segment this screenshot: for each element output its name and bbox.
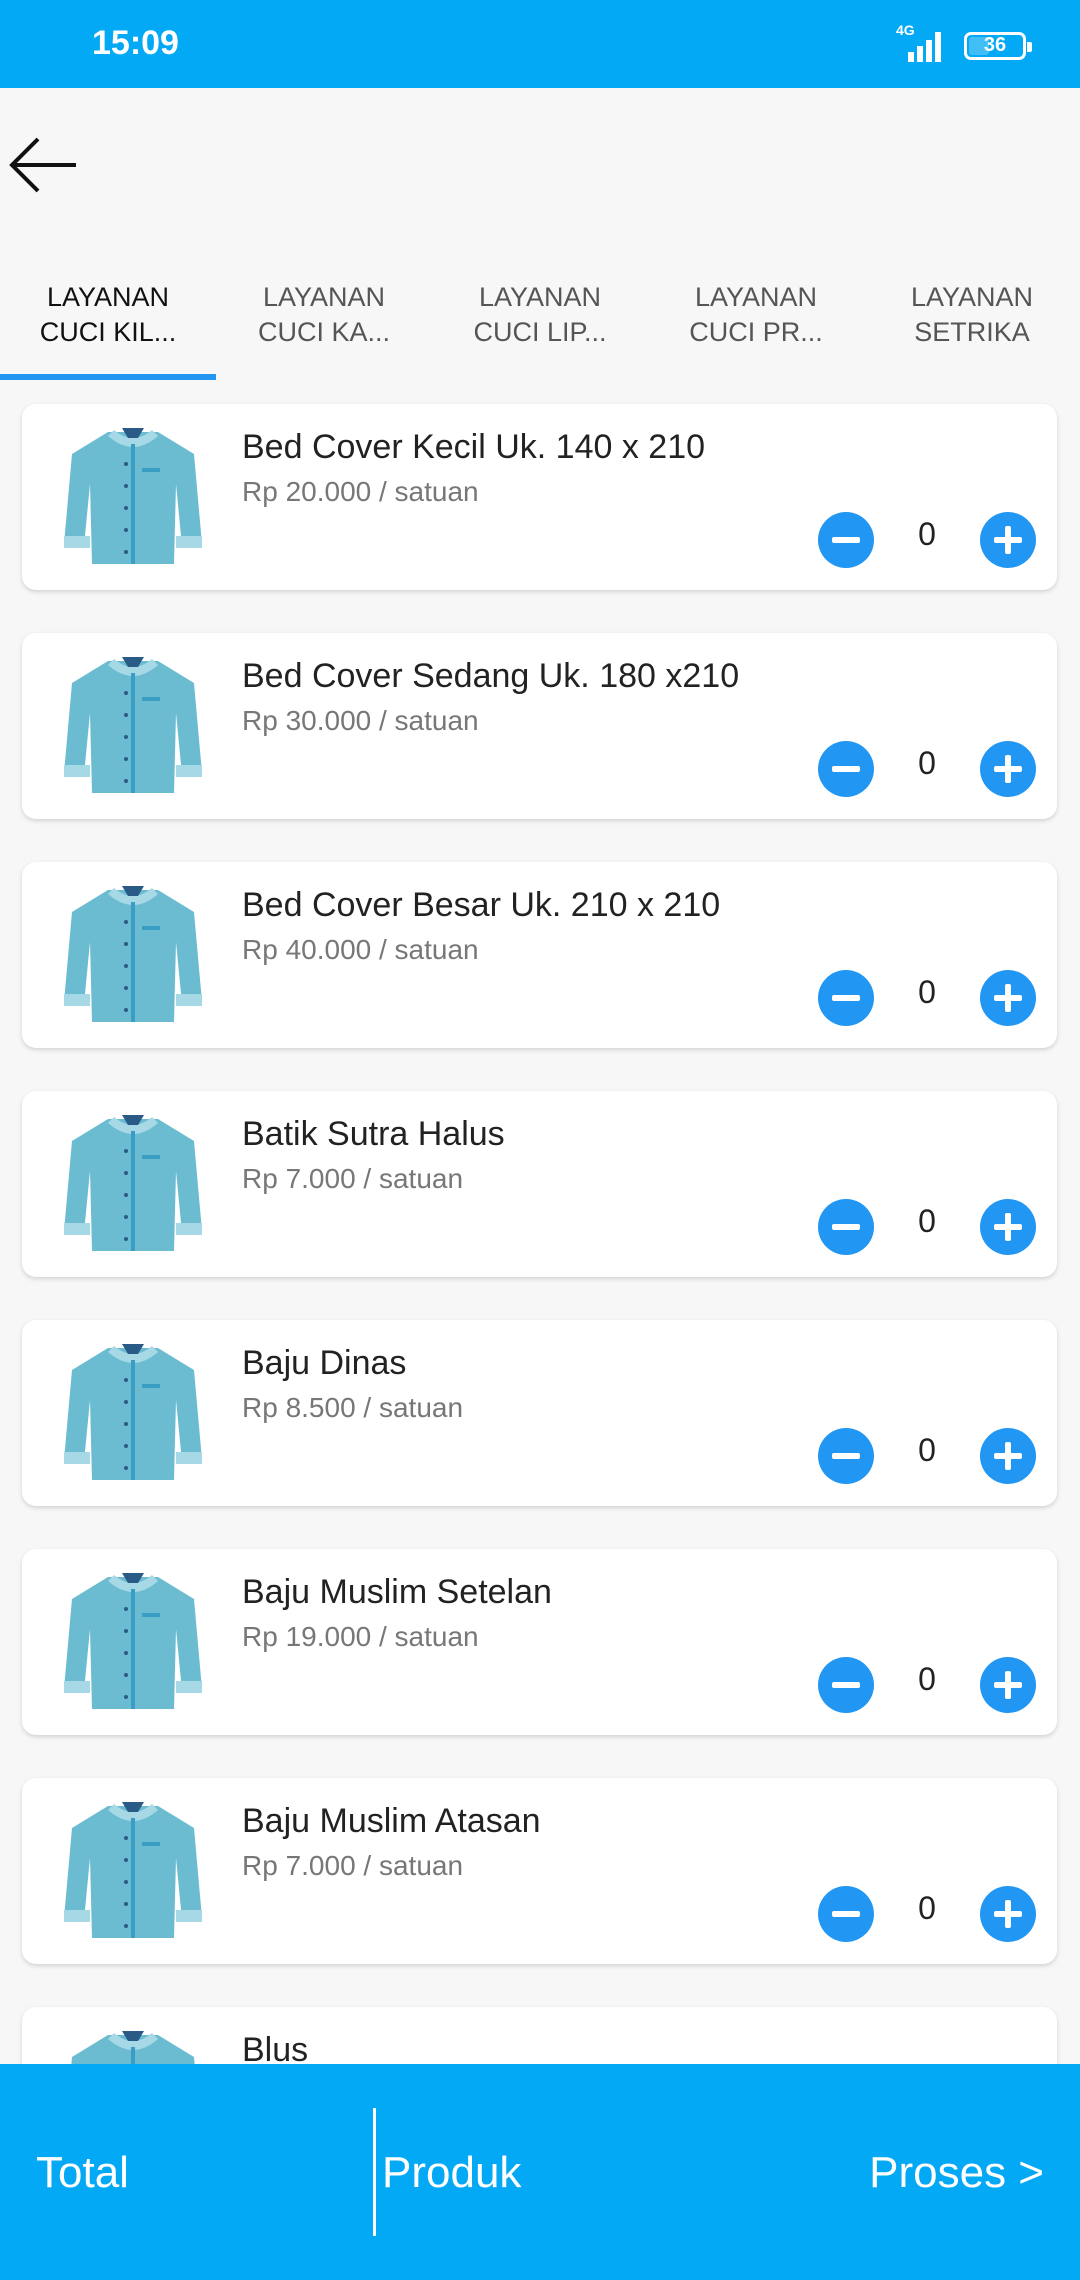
minus-icon <box>832 537 860 543</box>
product-price: Rp 20.000 / satuan <box>242 476 479 507</box>
product-name: Batik Sutra Halus <box>242 1115 505 1153</box>
increase-quantity-button[interactable] <box>980 1428 1036 1484</box>
tab-label: SETRIKA <box>914 317 1030 347</box>
shirt-icon <box>58 424 208 570</box>
tab-label: LAYANAN <box>46 282 170 312</box>
decrease-quantity-button[interactable] <box>818 1199 874 1255</box>
tab-label: LAYANAN <box>910 282 1034 312</box>
decrease-quantity-button[interactable] <box>818 1886 874 1942</box>
increase-quantity-button[interactable] <box>980 1886 1036 1942</box>
produk-label: Produk <box>382 2148 522 2197</box>
battery-level: 36 <box>983 34 1007 56</box>
quantity-value: 0 <box>918 745 936 781</box>
product-price: Rp 7.000 / satuan <box>242 1163 464 1194</box>
increase-quantity-button[interactable] <box>980 741 1036 797</box>
total-label: Total <box>36 2148 129 2197</box>
product-name: Bed Cover Sedang Uk. 180 x210 <box>242 657 740 695</box>
product-price: Rp 30.000 / satuan <box>242 705 479 736</box>
back-button[interactable] <box>6 130 86 200</box>
product-card: Bed Cover Besar Uk. 210 x 210 Rp 40.000 /… <box>22 862 1057 1048</box>
product-name: Blus <box>242 2031 309 2064</box>
tab-label: LAYANAN <box>262 282 386 312</box>
decrease-quantity-button[interactable] <box>818 970 874 1026</box>
product-price: Rp 19.000 / satuan <box>242 1621 479 1652</box>
signal-icon: 4G <box>888 22 952 64</box>
quantity-value: 0 <box>918 1661 936 1697</box>
quantity-value: 0 <box>918 1890 936 1926</box>
shirt-icon <box>58 2027 208 2064</box>
shirt-icon <box>58 1798 208 1944</box>
product-card: Baju Muslim Setelan Rp 19.000 / satuan 0 <box>22 1549 1057 1735</box>
shirt-icon <box>58 653 208 799</box>
product-card: Blus0 <box>22 2007 1057 2064</box>
proses-button[interactable]: Proses > <box>869 2148 1044 2198</box>
increase-quantity-button[interactable] <box>980 512 1036 568</box>
increase-quantity-button[interactable] <box>980 1199 1036 1255</box>
minus-icon <box>832 995 860 1001</box>
product-name: Baju Muslim Setelan <box>242 1573 552 1611</box>
shirt-icon <box>58 1111 208 1257</box>
decrease-quantity-button[interactable] <box>818 512 874 568</box>
tab-layanan-cuci-lipat[interactable]: LAYANAN CUCI LIP... <box>432 270 648 386</box>
shirt-icon <box>58 882 208 1028</box>
battery-icon: 36 <box>964 32 1032 60</box>
product-price: Rp 7.000 / satuan <box>242 1850 464 1881</box>
product-card: Bed Cover Kecil Uk. 140 x 210 Rp 20.000 /… <box>22 404 1057 590</box>
tab-label: CUCI PR... <box>689 317 823 347</box>
arrow-left-icon <box>9 137 76 193</box>
tab-label: CUCI LIP... <box>473 317 607 347</box>
tab-layanan-setrika[interactable]: LAYANAN SETRIKA <box>864 270 1080 386</box>
minus-icon <box>832 766 860 772</box>
tab-label: CUCI KA... <box>257 317 391 347</box>
tab-layanan-cuci-kiloan[interactable]: LAYANAN CUCI KIL... <box>0 270 216 386</box>
product-card: Batik Sutra Halus Rp 7.000 / satuan 0 <box>22 1091 1057 1277</box>
minus-icon <box>832 1224 860 1230</box>
product-list[interactable]: Bed Cover Kecil Uk. 140 x 210 Rp 20.000 /… <box>0 386 1080 2064</box>
product-name: Bed Cover Besar Uk. 210 x 210 <box>242 886 721 924</box>
tab-label: CUCI KIL... <box>39 317 177 347</box>
tab-layanan-cuci-karpet[interactable]: LAYANAN CUCI KA... <box>216 270 432 386</box>
decrease-quantity-button[interactable] <box>818 1657 874 1713</box>
tab-label: LAYANAN <box>478 282 602 312</box>
status-bar: 15:09 4G 36 <box>0 0 1080 88</box>
minus-icon <box>832 1682 860 1688</box>
tab-indicator <box>0 374 216 380</box>
tab-layanan-cuci-premium[interactable]: LAYANAN CUCI PR... <box>648 270 864 386</box>
decrease-quantity-button[interactable] <box>818 741 874 797</box>
tab-label: LAYANAN <box>694 282 818 312</box>
quantity-value: 0 <box>918 1432 936 1468</box>
bottom-bar: Total Produk Proses > <box>0 2064 1080 2280</box>
divider <box>373 2108 376 2236</box>
category-tabs: LAYANAN CUCI KIL... LAYANAN CUCI KA... L… <box>0 270 1080 386</box>
product-price: Rp 40.000 / satuan <box>242 934 479 965</box>
quantity-value: 0 <box>918 974 936 1010</box>
product-name: Baju Dinas <box>242 1344 407 1382</box>
decrease-quantity-button[interactable] <box>818 1428 874 1484</box>
increase-quantity-button[interactable] <box>980 1657 1036 1713</box>
minus-icon <box>832 1453 860 1459</box>
product-name: Bed Cover Kecil Uk. 140 x 210 <box>242 428 706 466</box>
minus-icon <box>832 1911 860 1917</box>
shirt-icon <box>58 1340 208 1486</box>
status-time: 15:09 <box>92 24 179 62</box>
shirt-icon <box>58 1569 208 1715</box>
increase-quantity-button[interactable] <box>980 970 1036 1026</box>
product-price: Rp 8.500 / satuan <box>242 1392 464 1423</box>
product-card: Baju Muslim Atasan Rp 7.000 / satuan 0 <box>22 1778 1057 1964</box>
quantity-value: 0 <box>918 516 936 552</box>
product-card: Baju Dinas Rp 8.500 / satuan 0 <box>22 1320 1057 1506</box>
product-card: Bed Cover Sedang Uk. 180 x210 Rp 30.000 /… <box>22 633 1057 819</box>
quantity-value: 0 <box>918 1203 936 1239</box>
product-name: Baju Muslim Atasan <box>242 1802 541 1840</box>
